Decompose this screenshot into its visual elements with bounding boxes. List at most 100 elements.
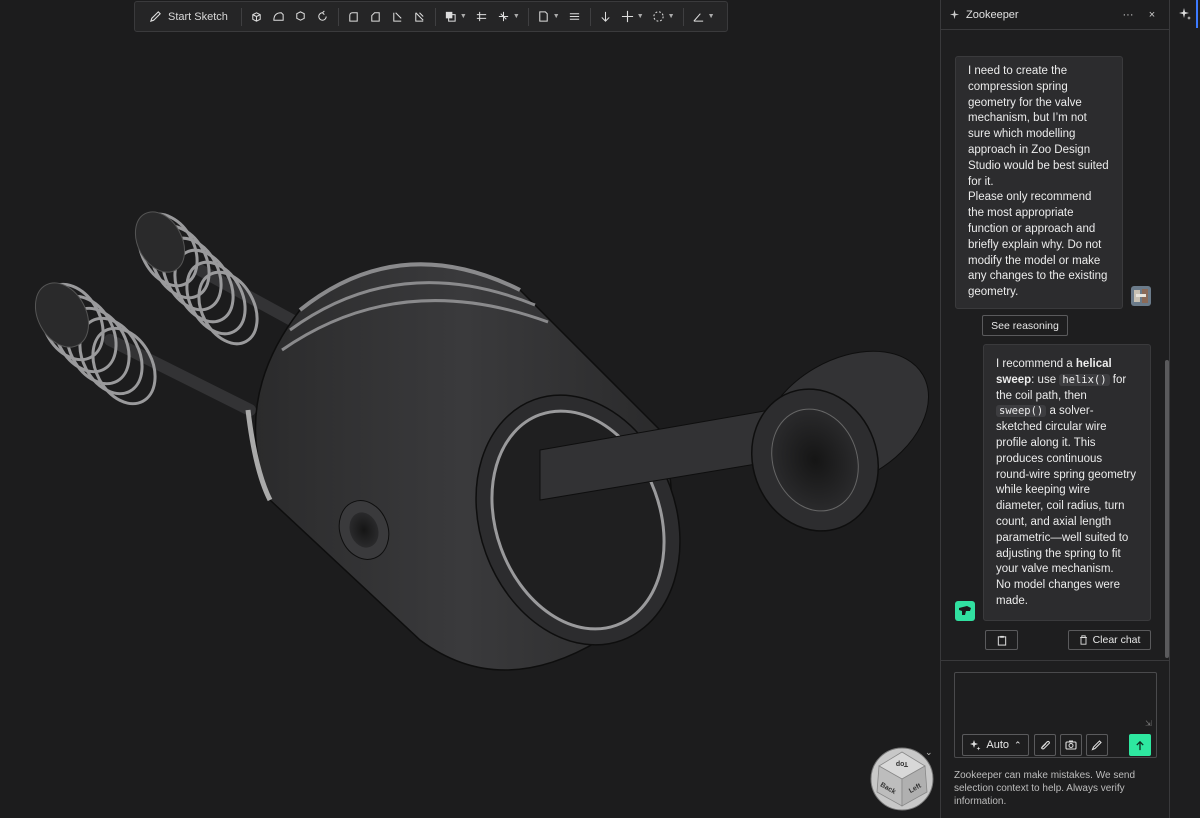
hole-button[interactable] bbox=[410, 5, 430, 29]
chevron-down-icon: ▼ bbox=[459, 13, 467, 20]
inline-code-sweep: sweep() bbox=[996, 405, 1047, 418]
chevron-down-icon[interactable]: ⌄ bbox=[925, 747, 933, 758]
active-indicator bbox=[1196, 0, 1198, 28]
text-run: a solver-sketched circular wire profile … bbox=[996, 405, 1136, 576]
user-message-text-2: Please only recommend the most appropria… bbox=[968, 191, 1108, 299]
chat-input[interactable] bbox=[955, 673, 1156, 729]
assistant-message-footer: No model changes were made. bbox=[996, 579, 1121, 607]
mode-label: Auto bbox=[986, 739, 1010, 751]
screenshot-button[interactable] bbox=[1060, 734, 1082, 756]
extrude-button[interactable] bbox=[247, 5, 267, 29]
user-message: I need to create the compression spring … bbox=[955, 56, 1123, 309]
toolbar-divider bbox=[337, 7, 339, 26]
toolbar-divider bbox=[589, 7, 591, 26]
3d-viewport[interactable]: Start Sketch ▼ ▼ ▼ ▼ ▼ ▼ Top Back Left ⌄ bbox=[0, 0, 940, 818]
user-avatar bbox=[1131, 286, 1151, 306]
shell-icon bbox=[393, 12, 402, 22]
pattern-button[interactable]: ▼ bbox=[649, 5, 678, 29]
more-menu-button[interactable]: ··· bbox=[1119, 9, 1137, 21]
clear-chat-button[interactable]: Clear chat bbox=[1068, 630, 1151, 650]
loft-icon bbox=[296, 11, 306, 21]
fillet-button[interactable] bbox=[344, 5, 364, 29]
attach-button[interactable] bbox=[1034, 734, 1056, 756]
loft-button[interactable] bbox=[291, 5, 311, 29]
chevron-up-icon: ⌃ bbox=[1014, 739, 1022, 750]
clear-chat-label: Clear chat bbox=[1092, 634, 1141, 646]
user-message-text: I need to create the compression spring … bbox=[968, 65, 1109, 188]
see-reasoning-button[interactable]: See reasoning bbox=[982, 315, 1068, 336]
camera-icon bbox=[1065, 740, 1077, 750]
zookeeper-avatar bbox=[955, 601, 975, 621]
zookeeper-panel: Zookeeper ··· × I need to create the com… bbox=[940, 0, 1170, 818]
chamfer-icon bbox=[371, 12, 381, 22]
chamfer-button[interactable] bbox=[366, 5, 386, 29]
insert-button[interactable]: ▼ bbox=[534, 5, 563, 29]
panel-header: Zookeeper ··· × bbox=[941, 0, 1169, 30]
assistant-message-paragraph: I recommend a helical sweep: use helix()… bbox=[996, 357, 1138, 578]
translate-icon bbox=[601, 11, 610, 22]
plane-button[interactable] bbox=[472, 5, 492, 29]
helix-button[interactable]: ▼ bbox=[494, 5, 523, 29]
text-run: I recommend a bbox=[996, 358, 1076, 370]
inline-code-helix: helix() bbox=[1059, 373, 1110, 386]
pencil-icon bbox=[1091, 740, 1102, 751]
clipboard-icon bbox=[997, 635, 1006, 646]
sketch-context-button[interactable] bbox=[1086, 734, 1108, 756]
measure-icon bbox=[693, 13, 703, 22]
measure-button[interactable]: ▼ bbox=[689, 5, 718, 29]
chevron-down-icon: ▼ bbox=[552, 13, 560, 20]
resize-grip-icon[interactable]: ⇲ bbox=[1145, 719, 1152, 728]
plane-icon bbox=[477, 11, 487, 22]
close-button[interactable]: × bbox=[1143, 9, 1161, 21]
sparkle-icon bbox=[949, 9, 960, 20]
revolve-icon bbox=[318, 10, 328, 21]
start-sketch-button[interactable]: Start Sketch bbox=[141, 5, 236, 29]
chevron-down-icon: ▼ bbox=[707, 13, 715, 20]
panel-title: Zookeeper bbox=[966, 8, 1019, 21]
shell-button[interactable] bbox=[388, 5, 408, 29]
send-button[interactable] bbox=[1129, 734, 1151, 756]
chevron-down-icon: ▼ bbox=[636, 13, 644, 20]
disclaimer-text: Zookeeper can make mistakes. We send sel… bbox=[954, 770, 1136, 807]
sparkle-icon bbox=[970, 740, 981, 751]
insert-icon bbox=[539, 11, 548, 22]
toolbar-divider bbox=[527, 7, 529, 26]
scrollbar-thumb[interactable] bbox=[1165, 360, 1169, 658]
right-sidebar bbox=[1170, 0, 1200, 818]
toolbar-divider bbox=[434, 7, 436, 26]
trash-icon bbox=[1079, 635, 1087, 645]
valve-spring-lower bbox=[34, 282, 256, 416]
pattern-icon bbox=[653, 11, 664, 22]
hole-icon bbox=[415, 12, 424, 22]
helix-icon bbox=[498, 11, 509, 22]
toolbar-divider bbox=[682, 7, 684, 26]
chevron-down-icon: ▼ bbox=[667, 13, 675, 20]
pencil-icon bbox=[149, 11, 161, 23]
sweep-button[interactable] bbox=[269, 5, 289, 29]
assistant-message: I recommend a helical sweep: use helix()… bbox=[983, 344, 1151, 621]
mode-selector-button[interactable]: Auto ⌃ bbox=[962, 734, 1029, 756]
zookeeper-logo-icon bbox=[959, 606, 971, 615]
sweep-icon bbox=[273, 12, 285, 21]
translate-button[interactable] bbox=[596, 5, 616, 29]
move-icon bbox=[621, 10, 633, 23]
move-button[interactable]: ▼ bbox=[618, 5, 647, 29]
appearance-button[interactable] bbox=[565, 5, 585, 29]
start-sketch-label: Start Sketch bbox=[168, 10, 228, 23]
text-run: : use bbox=[1031, 373, 1060, 386]
arrow-up-icon bbox=[1136, 740, 1144, 750]
zookeeper-toggle-button[interactable] bbox=[1175, 4, 1195, 24]
paperclip-icon bbox=[1040, 740, 1051, 750]
boolean-icon bbox=[445, 11, 456, 22]
chevron-down-icon: ▼ bbox=[512, 13, 520, 20]
valve-spring-upper bbox=[134, 211, 316, 346]
piston-assembly-model[interactable] bbox=[0, 0, 940, 818]
copy-button[interactable] bbox=[985, 630, 1018, 650]
toolbar-divider bbox=[240, 7, 242, 26]
extrude-icon bbox=[252, 12, 262, 22]
revolve-button[interactable] bbox=[313, 5, 333, 29]
boolean-button[interactable]: ▼ bbox=[441, 5, 470, 29]
sparkle-icon bbox=[1179, 8, 1191, 20]
modeling-toolbar: Start Sketch ▼ ▼ ▼ ▼ ▼ ▼ bbox=[134, 1, 728, 32]
fillet-icon bbox=[349, 12, 359, 22]
